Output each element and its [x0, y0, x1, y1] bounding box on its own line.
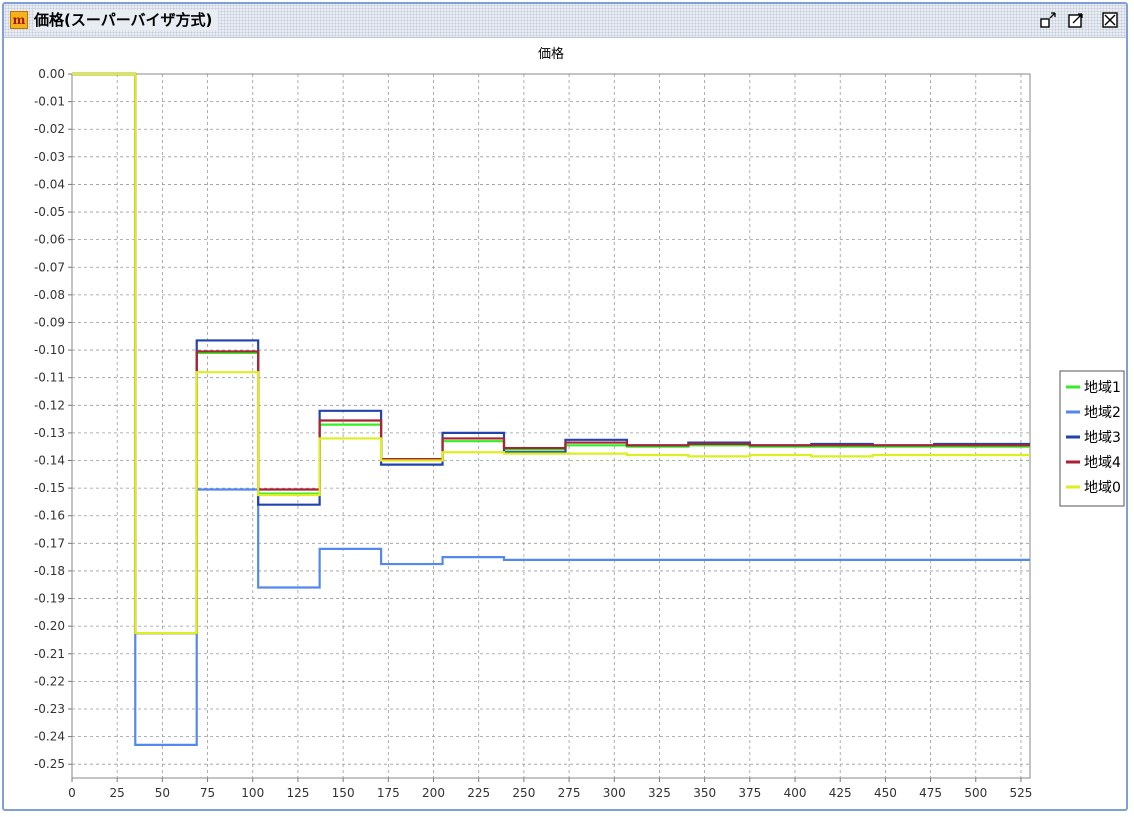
x-tick-label: 300 — [603, 786, 626, 800]
y-tick-label: 0.00 — [38, 67, 65, 81]
x-tick-label: 150 — [332, 786, 355, 800]
x-tick-label: 250 — [512, 786, 535, 800]
y-tick-label: -0.10 — [34, 343, 65, 357]
y-tick-label: -0.18 — [34, 564, 65, 578]
x-tick-label: 500 — [964, 786, 987, 800]
y-tick-label: -0.20 — [34, 619, 65, 633]
y-tick-label: -0.09 — [34, 315, 65, 329]
x-tick-label: 375 — [738, 786, 761, 800]
plot-background — [72, 74, 1030, 778]
x-tick-label: 175 — [377, 786, 400, 800]
y-tick-label: -0.14 — [34, 454, 65, 468]
x-tick-label: 475 — [919, 786, 942, 800]
x-tick-label: 75 — [200, 786, 215, 800]
x-tick-label: 25 — [110, 786, 125, 800]
y-tick-label: -0.15 — [34, 481, 65, 495]
line-chart: 価格 0.00 -0.01 -0.02 -0.03 -0.04 -0.05 -0.06 -0.0… — [34, 46, 1125, 800]
x-tick-label: 200 — [422, 786, 445, 800]
legend-label: 地域4 — [1084, 455, 1121, 471]
x-tick-label: 525 — [1010, 786, 1033, 800]
x-tick-label: 425 — [829, 786, 852, 800]
x-tick-label: 225 — [467, 786, 490, 800]
y-tick-label: -0.12 — [34, 398, 65, 412]
x-tick-label: 450 — [874, 786, 897, 800]
y-tick-label: -0.04 — [34, 177, 65, 191]
y-tick-label: -0.01 — [34, 95, 65, 109]
chart-title: 価格 — [538, 46, 564, 62]
chart-area: 価格 0.00 -0.01 -0.02 -0.03 -0.04 -0.05 -0.06 -0.0… — [4, 38, 1126, 809]
y-tick-label: -0.25 — [34, 757, 65, 771]
app-icon: m — [10, 11, 28, 29]
y-tick-label: -0.03 — [34, 150, 65, 164]
window-title: 価格(スーパーバイザ方式) — [34, 10, 219, 30]
x-tick-label: 275 — [558, 786, 581, 800]
x-tick-label: 125 — [286, 786, 309, 800]
y-tick-label: -0.24 — [34, 730, 65, 744]
x-tick-label: 50 — [155, 786, 170, 800]
chart-window: m 価格(スーパーバイザ方式) 価格 0.00 -0.01 -0.02 -0.03 -0.… — [2, 2, 1128, 811]
legend-label: 地域3 — [1084, 430, 1121, 446]
legend-label: 地域0 — [1084, 480, 1121, 496]
maximize-icon[interactable] — [1068, 12, 1084, 28]
close-icon[interactable] — [1102, 12, 1118, 28]
y-tick-label: -0.16 — [34, 509, 65, 523]
y-tick-label: -0.08 — [34, 288, 65, 302]
title-bar[interactable]: m 価格(スーパーバイザ方式) — [4, 4, 1126, 38]
y-tick-label: -0.13 — [34, 426, 65, 440]
y-tick-label: -0.23 — [34, 702, 65, 716]
x-tick-label: 400 — [784, 786, 807, 800]
x-tick-label: 100 — [241, 786, 264, 800]
x-tick-label: 350 — [693, 786, 716, 800]
y-tick-label: -0.21 — [34, 647, 65, 661]
y-tick-label: -0.05 — [34, 205, 65, 219]
restore-icon[interactable] — [1040, 12, 1056, 28]
y-tick-label: -0.17 — [34, 536, 65, 550]
y-tick-label: -0.07 — [34, 260, 65, 274]
legend-label: 地域1 — [1084, 380, 1121, 396]
y-tick-label: -0.19 — [34, 592, 65, 606]
y-tick-label: -0.06 — [34, 233, 65, 247]
y-tick-label: -0.02 — [34, 122, 65, 136]
legend-label: 地域2 — [1084, 405, 1121, 421]
y-tick-label: -0.22 — [34, 674, 65, 688]
x-tick-label: 325 — [648, 786, 671, 800]
y-tick-label: -0.11 — [34, 371, 65, 385]
x-tick-label: 0 — [68, 786, 76, 800]
